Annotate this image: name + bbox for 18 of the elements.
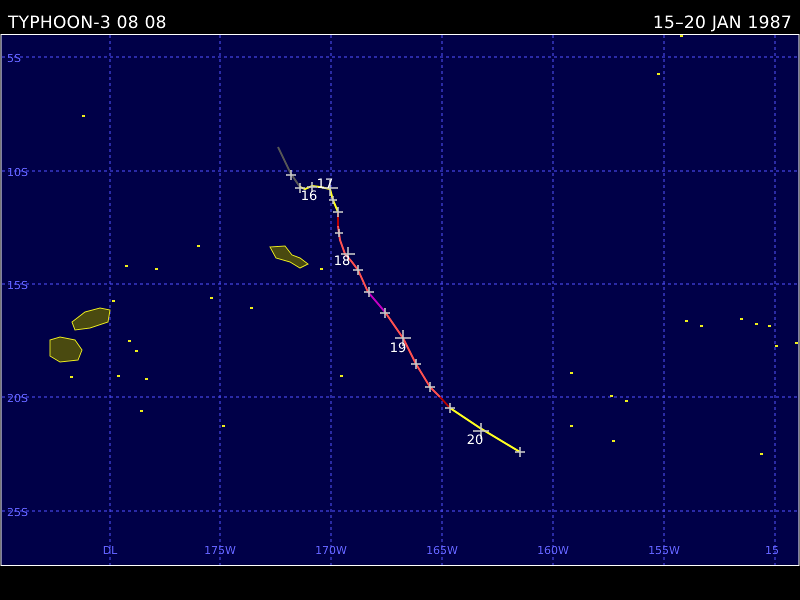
storm-title: TYPHOON-3 08 08 xyxy=(8,13,167,34)
latitude-label: 15S xyxy=(7,279,28,292)
latitude-label: 25S xyxy=(7,506,28,519)
longitude-label: 160W xyxy=(537,544,569,557)
date-range: 15–20 JAN 1987 xyxy=(652,13,792,34)
longitude-label: 155W xyxy=(648,544,680,557)
longitude-label: 15 xyxy=(765,544,779,557)
latitude-label: 20S xyxy=(7,392,28,405)
day-label: 19 xyxy=(390,341,406,356)
longitude-label: 170W xyxy=(315,544,347,557)
latitude-label: 5S xyxy=(7,52,21,65)
longitude-label: 175W xyxy=(204,544,236,557)
longitude-label: 165W xyxy=(426,544,458,557)
latitude-label: 10S xyxy=(7,166,28,179)
day-label: 16 xyxy=(300,189,318,204)
day-label: 20 xyxy=(466,433,484,448)
day-label: 18 xyxy=(334,254,350,269)
longitude-label: DL xyxy=(102,544,118,557)
